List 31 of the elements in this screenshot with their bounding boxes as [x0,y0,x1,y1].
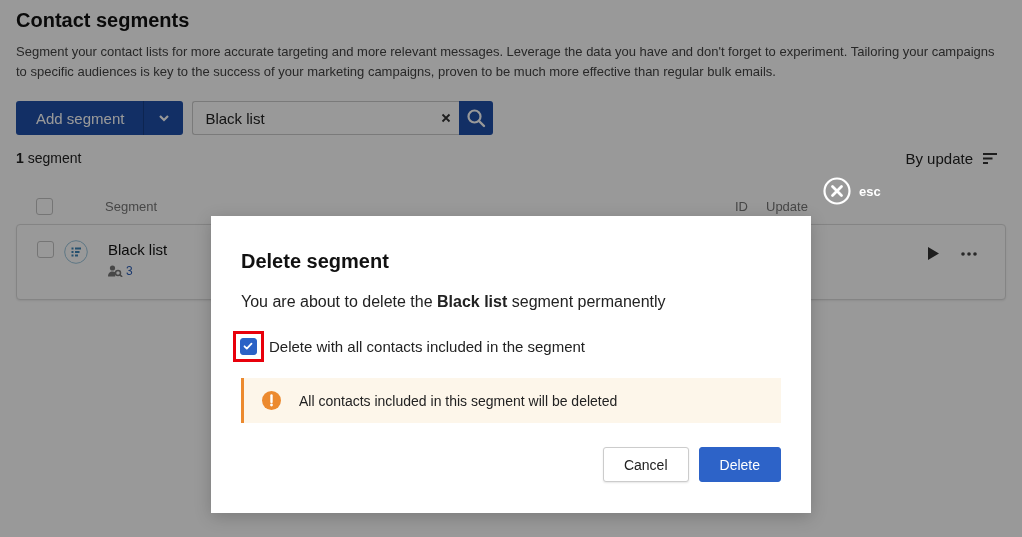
search-field[interactable]: Black list [192,101,460,135]
confirm-button[interactable]: Delete [698,447,781,482]
checkmark-icon [242,340,254,352]
column-header[interactable]: Segment [105,198,735,214]
checkbox[interactable] [36,197,53,215]
sort-button[interactable]: By update [905,149,997,167]
clear-icon[interactable] [441,113,452,123]
dialog-message: You are about to delete the Black list segment permanently [241,293,667,311]
checkbox-label[interactable]: Delete with all contacts included in the segment [269,338,585,355]
contacts-search-icon [108,265,123,277]
checkbox[interactable] [240,338,257,355]
add-segment-button[interactable]: Add segment [16,101,145,135]
warning-text: All contacts included in this segment will be deleted [299,392,618,409]
segment-count: 1 segment [16,150,82,166]
sort-icon [983,152,997,164]
search-input[interactable]: Black list [193,109,442,127]
close-icon [823,177,851,205]
play-icon[interactable] [928,247,939,260]
dialog-title: Delete segment [241,249,390,274]
search-icon [466,108,487,128]
column-header[interactable]: ID [735,198,766,214]
contacts-count: 3 [126,264,133,278]
warning-icon [262,391,281,410]
list-icon [64,240,88,264]
caret-icon [157,114,170,122]
search-button[interactable] [459,101,494,135]
more-icon[interactable] [961,252,977,256]
page-description: Segment your contact lists for more accurate targeting and more relevant messages. Leverage the data you have and don't forget to experiment. Tailoring your campaigns to specific audiences is key to the success of your marketing campaigns, proven to be much more effective than regular bulk emails. [16,43,996,81]
page-title: Contact segments [16,8,191,33]
cancel-button[interactable]: Cancel [602,447,689,482]
checkbox[interactable] [37,241,54,258]
